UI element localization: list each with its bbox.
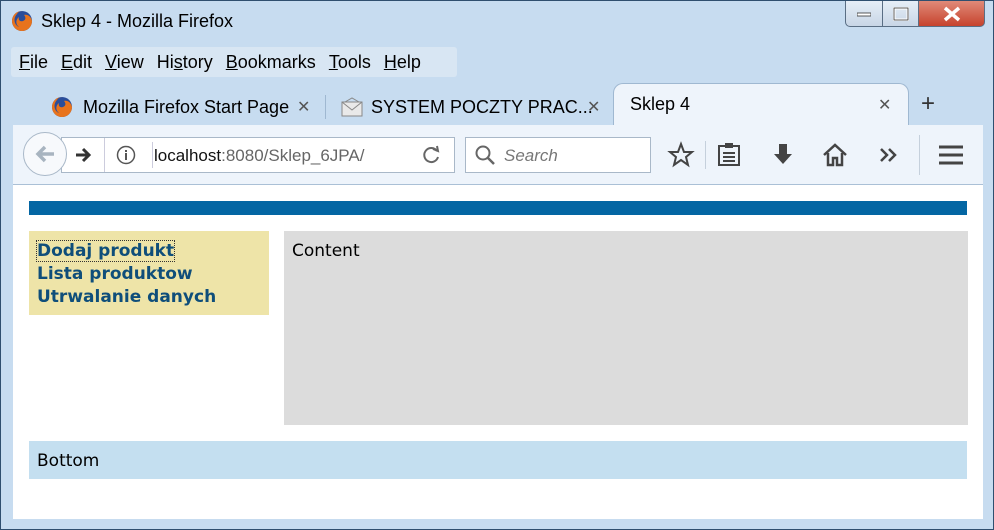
bookmark-star-icon[interactable] bbox=[667, 141, 695, 169]
url-text[interactable]: localhost:8080/Sklep_6JPA/ bbox=[154, 146, 409, 166]
search-icon bbox=[475, 145, 495, 165]
header-bar bbox=[29, 201, 967, 215]
window-title: Sklep 4 - Mozilla Firefox bbox=[41, 11, 234, 31]
menu-file[interactable]: File bbox=[19, 52, 48, 73]
tab-strip: Mozilla Firefox Start Page ✕ SYSTEM POCZ… bbox=[1, 83, 993, 125]
url-bar[interactable]: localhost:8080/Sklep_6JPA/ bbox=[61, 137, 455, 173]
browser-window: Sklep 4 - Mozilla Firefox File Edit View… bbox=[0, 0, 994, 530]
close-window-button[interactable] bbox=[919, 1, 985, 27]
plus-icon: + bbox=[921, 90, 936, 117]
page-content: Dodaj produkt Lista produktow Utrwalanie… bbox=[13, 185, 983, 519]
hamburger-menu-icon[interactable] bbox=[937, 141, 965, 169]
forward-button[interactable] bbox=[64, 138, 105, 172]
maximize-button[interactable] bbox=[883, 1, 919, 27]
toolbar-separator bbox=[919, 135, 920, 175]
menu-view[interactable]: View bbox=[105, 52, 144, 73]
reading-list-icon[interactable] bbox=[715, 141, 743, 169]
menu-link-dodaj-produkt[interactable]: Dodaj produkt bbox=[35, 240, 176, 262]
forward-arrow-icon bbox=[76, 147, 92, 163]
main-content-box: Content bbox=[284, 231, 968, 425]
content-text: Content bbox=[292, 241, 360, 261]
title-bar: Sklep 4 - Mozilla Firefox bbox=[1, 1, 993, 41]
tab-close-icon[interactable]: ✕ bbox=[297, 97, 310, 117]
minimize-button[interactable] bbox=[845, 1, 883, 27]
minimize-icon bbox=[857, 12, 871, 16]
close-icon bbox=[943, 6, 960, 21]
menu-tools[interactable]: Tools bbox=[329, 52, 371, 73]
search-box[interactable]: Search bbox=[465, 137, 651, 173]
toolbar-separator bbox=[705, 141, 706, 169]
home-icon[interactable] bbox=[821, 141, 849, 169]
tab-label: Sklep 4 bbox=[630, 94, 691, 114]
tab-firefox-start[interactable]: Mozilla Firefox Start Page ✕ bbox=[51, 89, 323, 125]
tab-sklep4[interactable]: Sklep 4 ✕ bbox=[613, 83, 909, 125]
url-separator bbox=[152, 142, 153, 168]
side-menu: Dodaj produkt Lista produktow Utrwalanie… bbox=[29, 231, 269, 315]
menu-help[interactable]: Help bbox=[384, 52, 421, 73]
menu-edit[interactable]: Edit bbox=[61, 52, 92, 73]
envelope-icon bbox=[341, 97, 363, 117]
tab-poczta[interactable]: SYSTEM POCZTY PRAC... ✕ bbox=[341, 89, 611, 125]
tab-close-icon[interactable]: ✕ bbox=[587, 97, 600, 117]
footer-bar: Bottom bbox=[29, 441, 967, 479]
info-icon[interactable] bbox=[116, 145, 136, 165]
back-button[interactable] bbox=[23, 132, 67, 176]
menu-link-lista-produktow[interactable]: Lista produktow bbox=[37, 264, 193, 284]
menu-bar: File Edit View History Bookmarks Tools H… bbox=[11, 47, 457, 77]
maximize-icon bbox=[892, 6, 909, 21]
firefox-icon bbox=[12, 11, 32, 31]
menu-bookmarks[interactable]: Bookmarks bbox=[226, 52, 316, 73]
overflow-chevron-icon[interactable] bbox=[875, 141, 903, 169]
new-tab-button[interactable]: + bbox=[921, 90, 935, 118]
tab-close-icon[interactable]: ✕ bbox=[878, 95, 891, 115]
reload-icon[interactable] bbox=[420, 144, 442, 166]
footer-text: Bottom bbox=[37, 451, 100, 471]
firefox-icon bbox=[52, 97, 72, 117]
navigation-toolbar: localhost:8080/Sklep_6JPA/ Search bbox=[13, 125, 983, 185]
tab-label: SYSTEM POCZTY PRAC... bbox=[371, 96, 593, 117]
download-icon[interactable] bbox=[769, 141, 797, 169]
menu-history[interactable]: History bbox=[157, 52, 213, 73]
back-arrow-icon bbox=[35, 145, 54, 163]
search-placeholder: Search bbox=[504, 146, 558, 165]
tab-separator bbox=[325, 95, 326, 119]
menu-link-utrwalanie-danych[interactable]: Utrwalanie danych bbox=[37, 287, 216, 307]
window-controls bbox=[845, 1, 985, 29]
tab-label: Mozilla Firefox Start Page bbox=[83, 96, 290, 117]
